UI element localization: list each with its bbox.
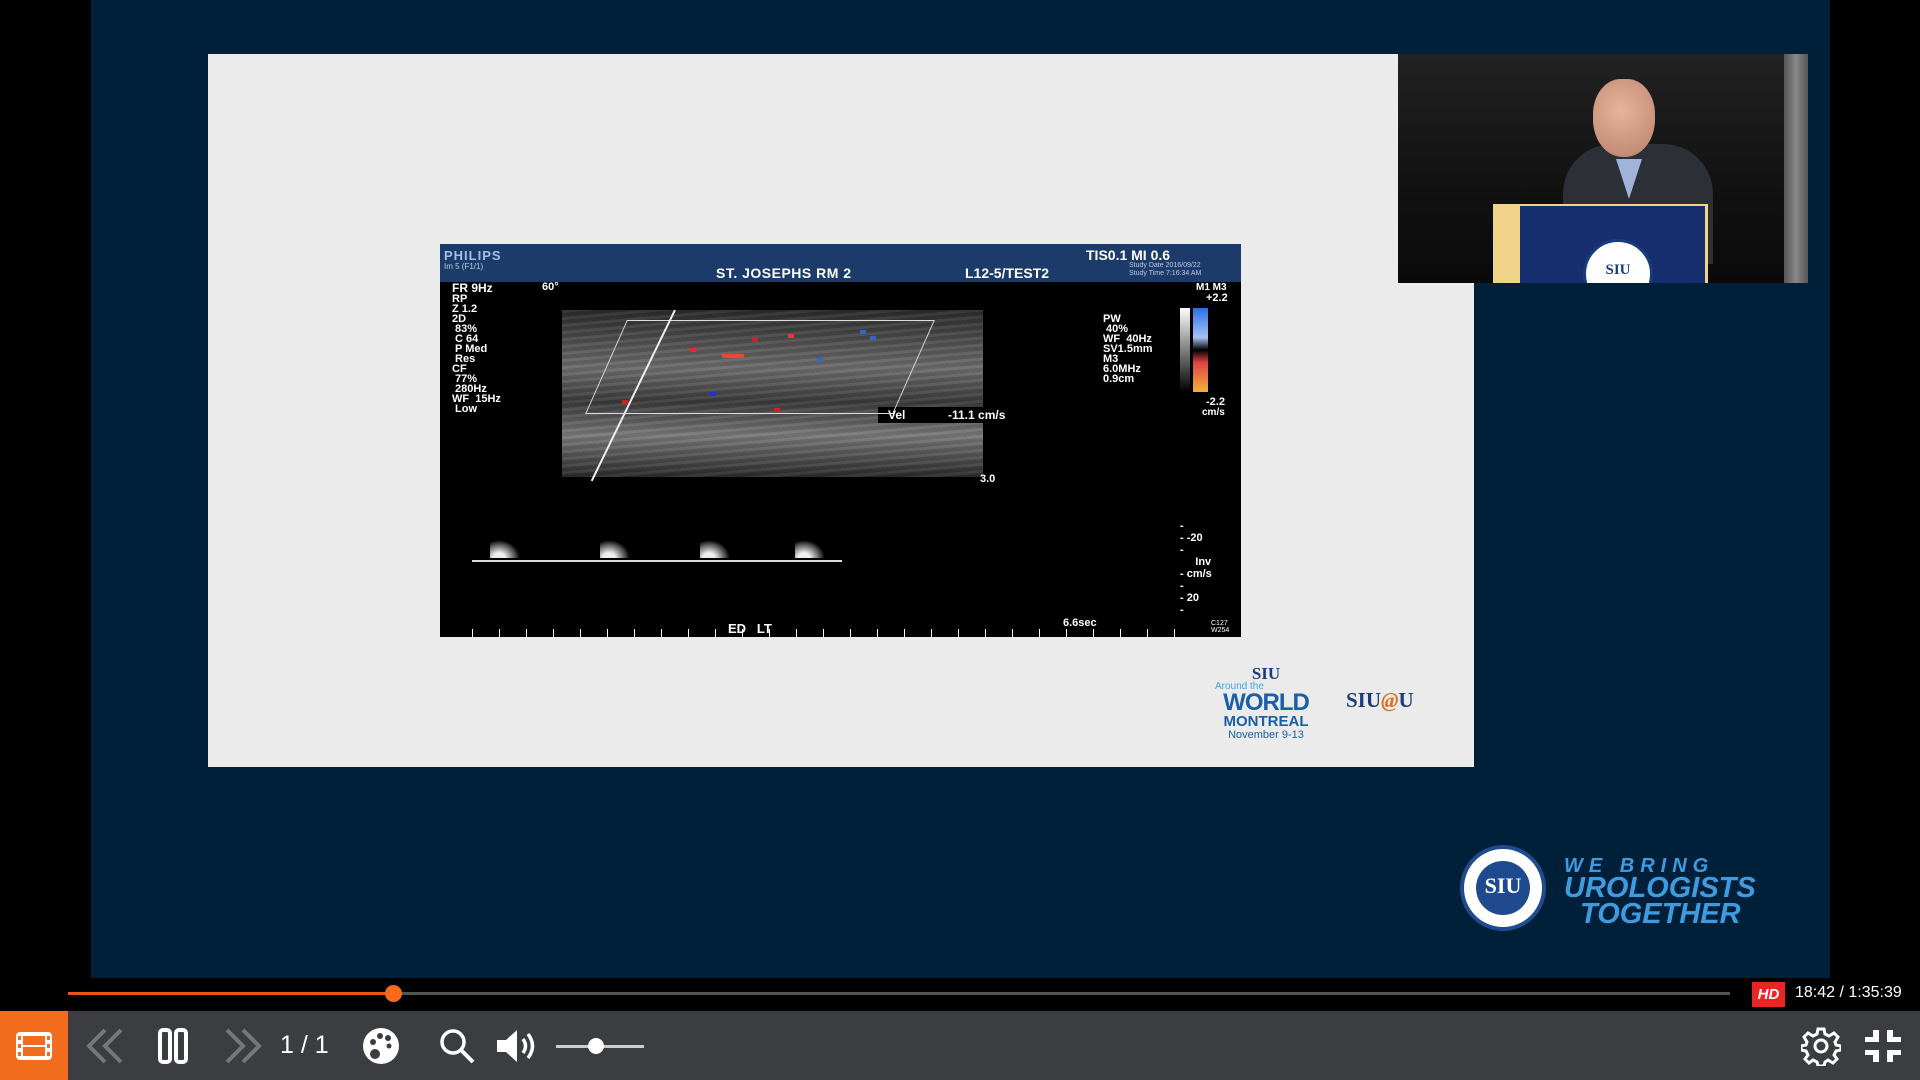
ultrasound-code: C127 W254 — [1211, 620, 1230, 634]
ultrasound-params: RP Z 1.2 2D 83% C 64 P Med Res CF 77% 28… — [452, 293, 501, 415]
tagline-line3: TOGETHER — [1580, 898, 1741, 930]
hd-badge[interactable]: HD — [1752, 982, 1785, 1007]
spectral-peak — [795, 540, 825, 558]
exit-fullscreen-button[interactable] — [1858, 1011, 1908, 1080]
doppler-spectrum — [480, 540, 840, 562]
ultrasound-brand: PHILIPS — [444, 248, 502, 263]
palette-icon — [363, 1027, 399, 1064]
siu-around-the-world-logo: SIU Around the WORLD MONTREAL November 9… — [1211, 664, 1321, 746]
spectral-peak — [600, 540, 630, 558]
search-icon — [440, 1028, 475, 1063]
siu-at-u-left: SIU — [1346, 688, 1382, 712]
flow-dot — [710, 392, 716, 396]
siu-at-u-logo: SIU@U — [1346, 688, 1414, 713]
settings-button[interactable] — [1796, 1011, 1846, 1080]
ultrasound-tis: TIS0.1 MI 0.6 — [1086, 247, 1171, 263]
ultrasound-image: PHILIPS Im 5 (F1/1) ST. JOSEPHS RM 2 L12… — [440, 244, 1241, 637]
pause-button[interactable] — [150, 1011, 196, 1080]
siu-seal-logo: SIU — [1460, 845, 1546, 931]
curtain — [1784, 54, 1808, 283]
siu-seal-text: SIU — [1484, 873, 1522, 898]
volume-slider-handle[interactable] — [587, 1038, 604, 1054]
previous-slide-button[interactable] — [80, 1011, 130, 1080]
gear-icon — [1801, 1027, 1841, 1066]
volume-icon — [497, 1029, 535, 1062]
world-logo-world: WORLD — [1223, 689, 1310, 716]
flow-dot — [690, 348, 696, 352]
time-ticks — [472, 629, 1192, 637]
progress-handle[interactable] — [385, 985, 403, 1002]
volume-button[interactable] — [492, 1011, 544, 1080]
ultrasound-site: ST. JOSEPHS RM 2 — [716, 265, 852, 281]
ultrasound-angle: 60° — [542, 281, 559, 293]
presentation-slide: PHILIPS Im 5 (F1/1) ST. JOSEPHS RM 2 L12… — [208, 54, 1474, 767]
control-bar: 1 / 1 — [0, 1011, 1920, 1080]
ultrasound-bmode — [562, 309, 983, 482]
next-slide-button[interactable] — [218, 1011, 268, 1080]
velocity-scale: - - -20 - Inv - cm/s - - 20 - — [1180, 520, 1212, 616]
pause-icon — [158, 1027, 188, 1064]
ultrasound-probe: L12-5/TEST2 — [965, 265, 1050, 281]
search-button[interactable] — [432, 1011, 482, 1080]
time-display: 18:42 / 1:35:39 — [1795, 984, 1902, 1001]
ultrasound-sub: Im 5 (F1/1) — [444, 262, 484, 271]
flow-dot — [722, 354, 744, 358]
world-logo-siu: SIU — [1251, 664, 1281, 683]
slide-pager: 1 / 1 — [280, 1031, 329, 1059]
spectral-peak — [490, 540, 520, 558]
ultrasound-study-date: Study Date 2016/09/22 Study Time 7:16:34… — [1129, 262, 1202, 277]
flow-dot — [860, 330, 866, 334]
spectral-peak — [700, 540, 730, 558]
flow-dot — [817, 358, 823, 362]
video-stage[interactable]: PHILIPS Im 5 (F1/1) ST. JOSEPHS RM 2 L12… — [91, 0, 1830, 978]
theme-button[interactable] — [356, 1011, 406, 1080]
color-flow-box — [585, 320, 935, 414]
flow-dot — [870, 336, 876, 340]
flow-dot — [788, 334, 794, 338]
colorbar-plus: +2.2 — [1206, 292, 1228, 304]
depth-label: 3.0 — [980, 473, 996, 485]
world-logo-city: MONTREAL — [1223, 713, 1309, 730]
velocity-value: -11.1 cm/s — [948, 408, 1006, 422]
colorbar-unit: cm/s — [1202, 407, 1225, 418]
skip-forward-icon — [225, 1028, 262, 1063]
velocity-readout: Vel -11.1 cm/s — [878, 407, 1043, 423]
siu-at-u-at: @ — [1381, 688, 1399, 712]
flow-dot — [774, 408, 780, 412]
spectrum-baseline — [472, 560, 842, 562]
flow-dot — [752, 338, 758, 342]
world-logo-dates: November 9-13 — [1228, 729, 1304, 741]
pw-params: PW 40% WF 40Hz SV1.5mm M3 6.0MHz 0.9cm — [1103, 313, 1153, 385]
skip-back-icon — [86, 1028, 123, 1063]
sweep-speed: 6.6sec — [1063, 617, 1097, 629]
podium-seal-text: SIU — [1605, 262, 1631, 278]
film-icon — [16, 1031, 52, 1060]
siu-at-u-right: U — [1398, 688, 1414, 712]
flow-dot — [622, 400, 628, 404]
film-button[interactable] — [0, 1011, 68, 1080]
exit-fullscreen-icon — [1865, 1029, 1901, 1062]
progress-fill — [68, 992, 394, 995]
color-bar — [1193, 308, 1208, 392]
speaker-head — [1593, 79, 1655, 157]
grayscale-bar — [1180, 308, 1190, 392]
speaker-video: SIU — [1398, 54, 1808, 283]
